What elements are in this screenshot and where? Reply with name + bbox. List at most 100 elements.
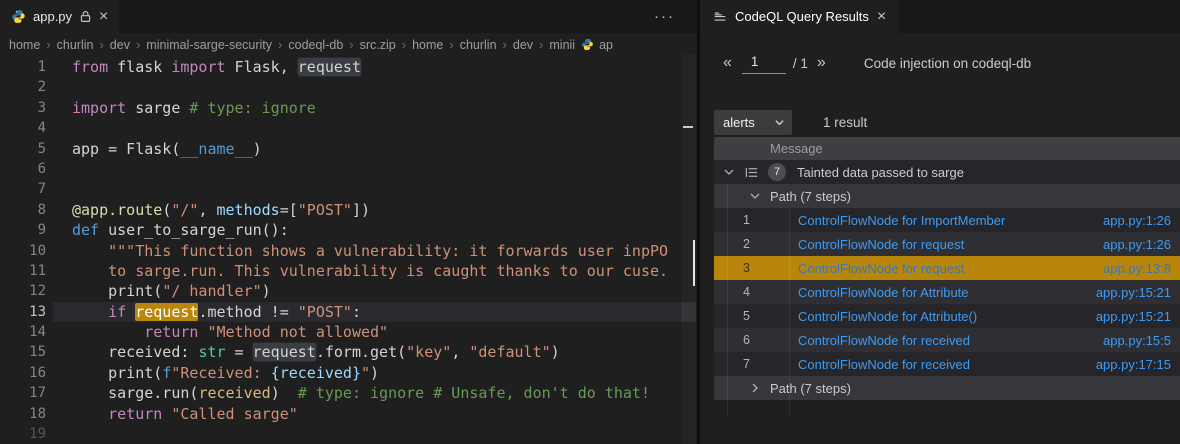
step-location[interactable]: app.py:17:15 <box>1096 357 1180 372</box>
code-token: return <box>108 404 163 423</box>
prev-result-icon[interactable]: « <box>723 54 732 72</box>
breadcrumb-item[interactable]: minimal-sarge-security <box>146 38 272 52</box>
code-line[interactable]: 14 return "Method not allowed" <box>0 322 697 342</box>
step-link[interactable]: ControlFlowNode for Attribute() <box>798 309 977 324</box>
chevron-down-icon[interactable] <box>749 190 761 202</box>
breadcrumb-separator: › <box>135 37 141 52</box>
breadcrumb-item[interactable]: home <box>412 38 443 52</box>
path-step-row[interactable]: 3 ControlFlowNode for request app.py:13:8 <box>714 256 1180 280</box>
code-token: "Called sarge" <box>171 404 298 423</box>
editor-more-actions-icon[interactable]: ··· <box>654 0 675 33</box>
step-location[interactable]: app.py:15:21 <box>1096 309 1180 324</box>
tab-app-py[interactable]: app.py × <box>0 0 120 33</box>
code-token: "Method not allowed" <box>207 323 389 342</box>
overview-ruler-current-line-marker <box>682 302 696 322</box>
breadcrumb-file[interactable]: ap <box>581 38 613 52</box>
step-location[interactable]: app.py:15:5 <box>1103 333 1180 348</box>
breadcrumb-item[interactable]: minii <box>549 38 575 52</box>
code-line[interactable]: 1 from flask import Flask, request <box>0 57 697 77</box>
code-line[interactable]: 6 <box>0 159 697 179</box>
breadcrumb-item[interactable]: codeql-db <box>288 38 343 52</box>
path-step-row[interactable]: 5 ControlFlowNode for Attribute() app.py:1… <box>714 304 1180 328</box>
step-link[interactable]: ControlFlowNode for received <box>798 357 970 372</box>
step-link[interactable]: ControlFlowNode for request <box>798 237 964 252</box>
code-line[interactable]: 3 import sarge # type: ignore <box>0 98 697 118</box>
code-line[interactable]: 11 to sarge.run. This vulnerability is c… <box>0 261 697 281</box>
breadcrumb-separator: › <box>502 37 507 52</box>
breadcrumb-item[interactable]: dev <box>110 38 130 52</box>
code-token: "key" <box>406 343 452 362</box>
chevron-right-icon[interactable] <box>749 382 761 394</box>
code-line[interactable]: 16 print(f"Received: {received}") <box>0 363 697 383</box>
code-line[interactable]: 5 app = Flask(__name__) <box>0 139 697 159</box>
path-step-row[interactable]: 4 ControlFlowNode for Attribute app.py:15:… <box>714 280 1180 304</box>
line-number: 4 <box>37 120 46 137</box>
step-link[interactable]: ControlFlowNode for request <box>798 261 964 276</box>
step-location[interactable]: app.py:1:26 <box>1103 213 1180 228</box>
chevron-down-icon[interactable] <box>723 166 735 178</box>
path-step-row[interactable]: 7 ControlFlowNode for received app.py:17:1… <box>714 352 1180 376</box>
step-number: 5 <box>743 309 750 323</box>
code-line[interactable]: 7 <box>0 179 697 199</box>
python-file-icon <box>582 38 593 51</box>
path-step-row[interactable]: 6 ControlFlowNode for received app.py:15:5 <box>714 328 1180 352</box>
breadcrumb-separator: › <box>99 37 104 52</box>
step-link[interactable]: ControlFlowNode for Attribute <box>798 285 969 300</box>
code-line[interactable]: 18 return "Called sarge" <box>0 404 697 424</box>
code-token: flask <box>108 58 172 76</box>
alert-row[interactable]: 7 Tainted data passed to sarge <box>714 160 1180 184</box>
code-token: "Received: <box>171 363 271 382</box>
code-token: import <box>72 98 127 117</box>
code-line[interactable]: 8 @app.route("/", methods=["POST"]) <box>0 200 697 220</box>
line-number: 17 <box>29 385 46 402</box>
code-token: "/ handler" <box>162 282 262 301</box>
breadcrumb-separator: › <box>46 37 51 52</box>
step-location[interactable]: app.py:1:26 <box>1103 237 1180 252</box>
page-input[interactable]: 1 <box>741 53 786 74</box>
code-line[interactable]: 12 print("/ handler") <box>0 281 697 301</box>
tab-close-icon[interactable]: × <box>99 8 108 25</box>
panel-tab-close-icon[interactable]: × <box>877 8 886 25</box>
step-link[interactable]: ControlFlowNode for received <box>798 333 970 348</box>
tab-codeql-query-results[interactable]: CodeQL Query Results × <box>700 0 900 33</box>
code-line[interactable]: 10 """This function shows a vulnerabilit… <box>0 241 697 261</box>
step-link[interactable]: ControlFlowNode for ImportMember <box>798 213 1005 228</box>
alerts-select[interactable]: alerts <box>714 109 792 135</box>
breadcrumb-item[interactable]: home <box>9 38 40 52</box>
code-line[interactable]: 17 sarge.run(received) # type: ignore # … <box>0 383 697 403</box>
code-token: {received} <box>270 363 361 382</box>
next-result-icon[interactable]: » <box>817 54 826 72</box>
step-number: 2 <box>743 237 750 251</box>
breadcrumb-file-label: ap <box>599 37 613 52</box>
breadcrumb-item[interactable]: dev <box>513 38 533 52</box>
path-step-row[interactable]: 2 ControlFlowNode for request app.py:1:26 <box>714 232 1180 256</box>
selected-node-highlight: request <box>135 302 199 321</box>
code-line[interactable]: 13 if request.method != "POST": <box>0 301 697 323</box>
code-line[interactable]: 19 <box>0 424 697 444</box>
code-editor[interactable]: 1 from flask import Flask, request 2 3 impor… <box>0 57 697 444</box>
breadcrumb-item[interactable]: churlin <box>57 38 94 52</box>
code-token: .method != <box>198 302 298 321</box>
step-location[interactable]: app.py:15:21 <box>1096 285 1180 300</box>
code-line[interactable]: 9 def user_to_sarge_run(): <box>0 220 697 240</box>
editor-tab-bar: app.py × ··· <box>0 0 697 33</box>
path-step-row[interactable]: 1 ControlFlowNode for ImportMember app.py:… <box>714 208 1180 232</box>
path-row[interactable]: Path (7 steps) <box>714 184 1180 208</box>
breadcrumb-item[interactable]: churlin <box>460 38 497 52</box>
breadcrumb[interactable]: home › churlin › dev › minimal-sarge-security ›… <box>0 33 697 56</box>
code-line-text: print(f"Received: {received}") <box>72 364 379 382</box>
code-token: =[ <box>279 200 298 219</box>
code-line[interactable]: 4 <box>0 118 697 138</box>
code-line[interactable]: 2 <box>0 77 697 97</box>
step-location[interactable]: app.py:13:8 <box>1103 261 1180 276</box>
code-line[interactable]: 15 received: str = request.form.get("key… <box>0 342 697 362</box>
code-token: received: <box>72 343 199 362</box>
code-token: : <box>351 302 361 321</box>
path-row[interactable]: Path (7 steps) <box>714 376 1180 400</box>
breadcrumb-item[interactable]: src.zip <box>360 38 396 52</box>
python-file-icon <box>11 9 26 24</box>
line-number: 11 <box>29 262 46 279</box>
list-tree-icon <box>744 165 759 180</box>
